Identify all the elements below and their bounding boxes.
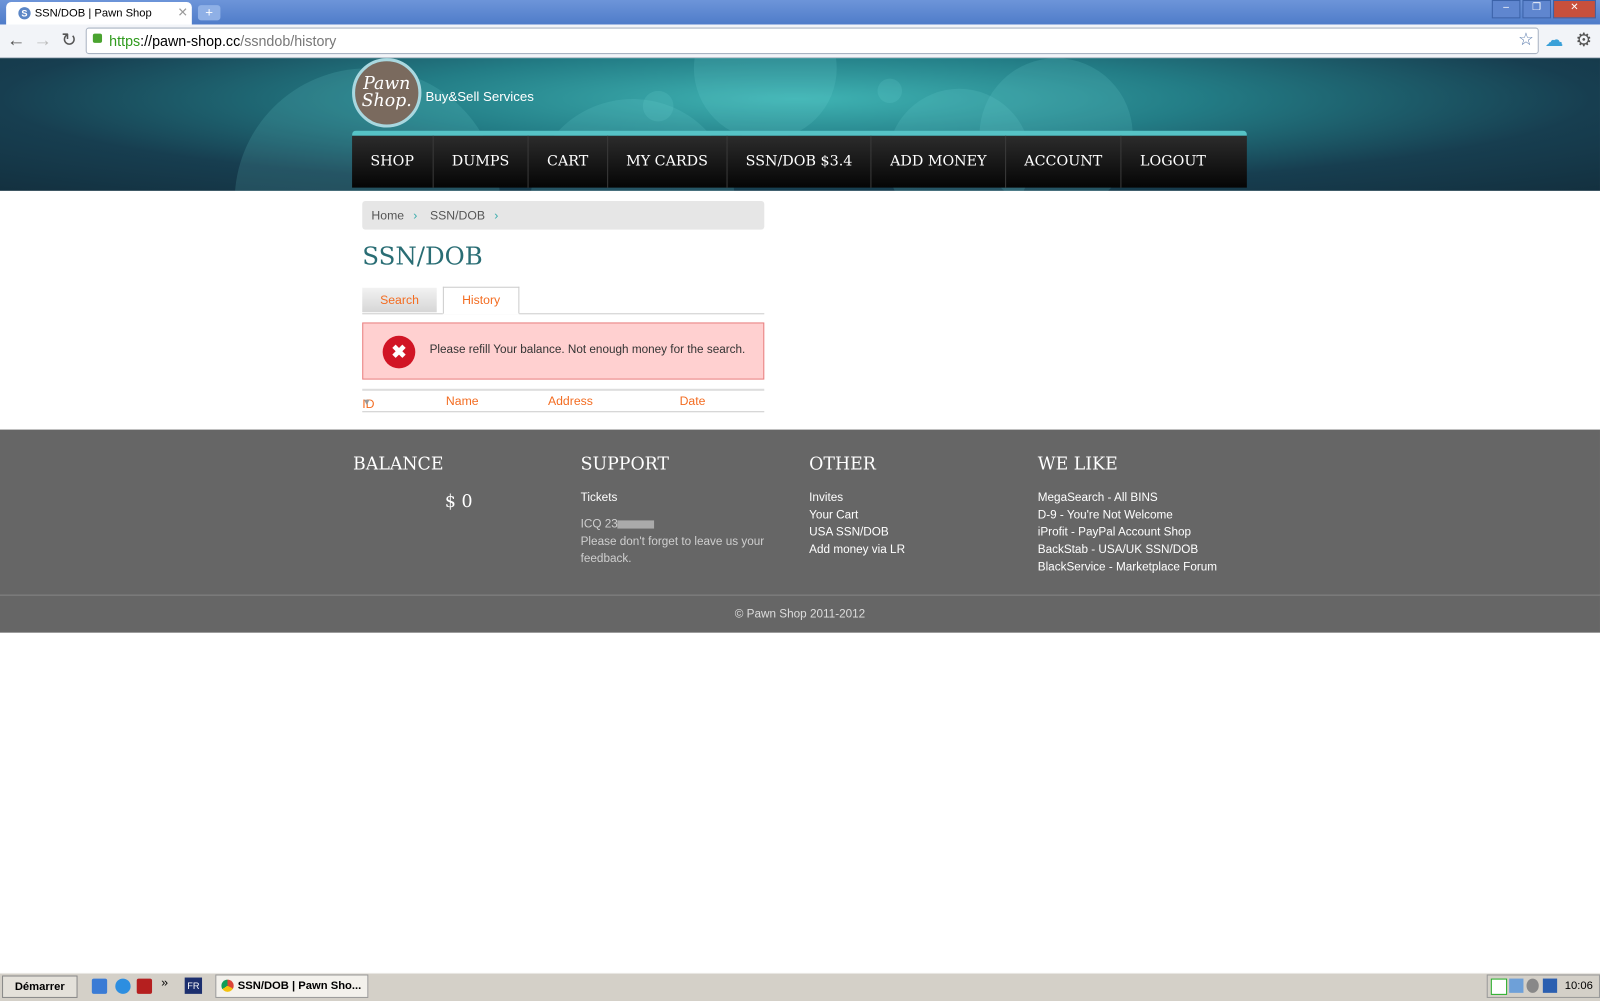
start-button[interactable]: Démarrer	[2, 975, 78, 998]
footer-link-usa-ssn-dob[interactable]: USA SSN/DOB	[809, 524, 905, 541]
error-x-icon: ✖	[382, 335, 416, 369]
we-like-heading: WE LIKE	[1037, 454, 1118, 475]
column-address[interactable]: Address	[548, 394, 593, 408]
footer-link-iprofit[interactable]: iProfit - PayPal Account Shop	[1038, 524, 1217, 541]
redacted-block	[617, 520, 655, 529]
back-icon[interactable]: ←	[7, 30, 25, 51]
site-favicon-icon: S	[18, 7, 31, 20]
other-heading: OTHER	[809, 454, 876, 475]
minimize-icon[interactable]: –	[1491, 0, 1521, 19]
footer-link-add-money[interactable]: Add money via LR	[809, 542, 905, 559]
tickets-link[interactable]: Tickets	[581, 490, 775, 507]
chevron-right-icon: ›	[494, 208, 499, 223]
bookmark-star-icon[interactable]: ☆	[1518, 30, 1534, 50]
internet-explorer-icon[interactable]	[115, 978, 131, 994]
menu-ssn-dob[interactable]: SSN/DOB $3.4	[727, 135, 872, 188]
url-host: ://pawn-shop.cc	[140, 32, 241, 49]
sort-down-icon: ▼	[362, 396, 372, 408]
window-controls: – ❐ ✕	[1491, 0, 1596, 19]
menu-my-cards[interactable]: MY CARDS	[608, 135, 728, 188]
menu-cart[interactable]: CART	[529, 135, 608, 188]
column-name[interactable]: Name	[446, 394, 479, 408]
menu-logout[interactable]: LOGOUT	[1122, 136, 1225, 188]
copyright: © Pawn Shop 2011-2012	[0, 594, 1600, 633]
alert-message: Please refill Your balance. Not enough m…	[429, 343, 746, 357]
support-heading: SUPPORT	[580, 454, 670, 475]
table-header: ID ▼ Name Address Date	[362, 388, 765, 413]
feedback-note: Please don't forget to leave us your fee…	[580, 535, 765, 566]
tab-search[interactable]: Search	[362, 287, 437, 313]
browser-tab-strip	[0, 0, 1600, 25]
tagline: Buy&Sell Services	[425, 88, 534, 105]
skype-icon[interactable]: ☁	[1545, 30, 1563, 51]
page-title: SSN/DOB	[362, 241, 483, 271]
footer-link-backstab[interactable]: BackStab - USA/UK SSN/DOB	[1038, 542, 1217, 559]
footer	[0, 429, 1600, 595]
footer-link-blackservice[interactable]: BlackService - Marketplace Forum	[1038, 559, 1217, 576]
antivirus-icon[interactable]	[1490, 978, 1508, 995]
icq-number: ICQ 23	[580, 518, 618, 531]
footer-link-d9[interactable]: D-9 - You're Not Welcome	[1038, 507, 1217, 524]
windows-tray-icon[interactable]	[1542, 978, 1558, 993]
logo-text: Pawn Shop.	[361, 73, 412, 112]
tab-bar: Search History	[362, 286, 765, 315]
menu-account[interactable]: ACCOUNT	[1006, 135, 1122, 188]
tab-history[interactable]: History	[442, 286, 520, 315]
volume-icon[interactable]	[1526, 978, 1539, 993]
forward-icon[interactable]: →	[34, 30, 52, 51]
task-label: SSN/DOB | Pawn Sho...	[237, 979, 362, 992]
url-scheme: https	[109, 32, 141, 49]
pawn-shop-logo[interactable]: Pawn Shop.	[352, 58, 422, 128]
breadcrumb-home[interactable]: Home	[371, 208, 404, 222]
taskbar-chrome-window[interactable]: SSN/DOB | Pawn Sho...	[215, 974, 369, 998]
close-tab-icon[interactable]: ✕	[178, 5, 188, 19]
network-icon[interactable]	[1509, 978, 1524, 993]
chevron-right-icon: ›	[413, 208, 418, 223]
error-alert: ✖ Please refill Your balance. Not enough…	[362, 322, 765, 380]
new-tab-button[interactable]: +	[197, 5, 221, 21]
breadcrumb-ssn-dob[interactable]: SSN/DOB	[430, 208, 485, 222]
footer-link-invites[interactable]: Invites	[809, 490, 905, 507]
balance-value: $ 0	[444, 491, 473, 513]
clock: 10:06	[1564, 979, 1593, 992]
footer-link-your-cart[interactable]: Your Cart	[809, 507, 905, 524]
more-chevron-icon[interactable]: »	[161, 976, 168, 990]
address-bar[interactable]: https://pawn-shop.cc/ssndob/history ☆	[85, 27, 1539, 55]
column-date[interactable]: Date	[680, 394, 706, 408]
balance-heading: BALANCE	[353, 454, 444, 475]
system-tray: 10:06	[1486, 974, 1600, 998]
menu-add-money[interactable]: ADD MONEY	[872, 135, 1006, 188]
close-window-icon[interactable]: ✕	[1553, 0, 1596, 19]
footer-link-megasearch[interactable]: MegaSearch - All BINS	[1038, 490, 1217, 507]
breadcrumb: Home › SSN/DOB ›	[362, 201, 765, 230]
restore-icon[interactable]: ❐	[1522, 0, 1552, 19]
desktop-icon[interactable]	[91, 978, 108, 994]
url-path: /ssndob/history	[240, 32, 337, 49]
tab-title: SSN/DOB | Pawn Shop	[34, 7, 152, 20]
language-indicator[interactable]: FR	[184, 977, 203, 994]
wrench-icon[interactable]: ⚙	[1575, 30, 1591, 51]
reload-icon[interactable]: ↻	[61, 30, 76, 51]
browser-tab[interactable]: S SSN/DOB | Pawn Shop ✕	[6, 2, 192, 25]
chrome-icon	[221, 979, 234, 992]
menu-shop[interactable]: SHOP	[352, 135, 434, 188]
filezilla-icon[interactable]	[136, 978, 153, 994]
main-menu: SHOP DUMPS CART MY CARDS SSN/DOB $3.4 AD…	[352, 130, 1247, 188]
lock-icon	[92, 33, 103, 43]
menu-dumps[interactable]: DUMPS	[433, 135, 529, 188]
